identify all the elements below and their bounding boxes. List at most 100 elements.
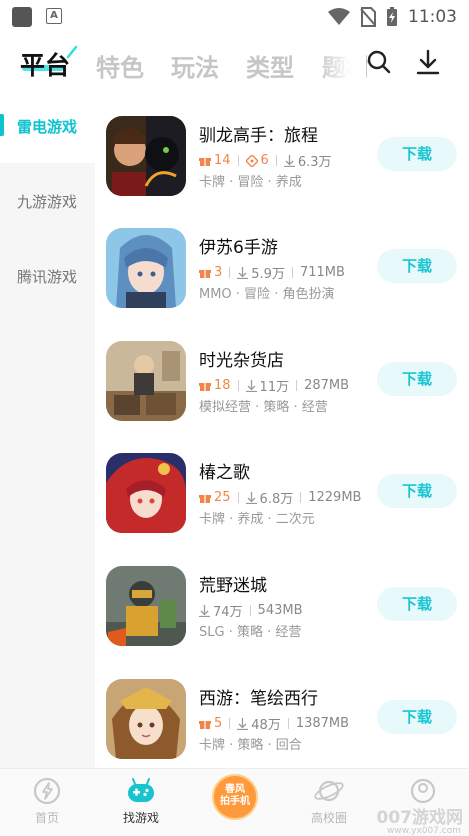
game-tags: 模拟经营 · 策略 · 经营: [199, 400, 328, 415]
gift-count-value: 3: [214, 265, 223, 280]
nav-item-home[interactable]: 首页: [0, 769, 94, 836]
download-icon[interactable]: [415, 49, 441, 75]
file-size: 1387MB: [295, 716, 350, 731]
platform-sidebar: 雷电游戏 九游游戏 腾讯游戏: [0, 88, 95, 768]
gift-count: 14: [199, 153, 231, 168]
download-count-value: 48万: [251, 718, 281, 733]
tab-features[interactable]: 特色: [96, 48, 144, 83]
divider: [237, 492, 239, 503]
game-icon: [106, 116, 186, 196]
game-title: 驯龙高手：旅程: [199, 126, 318, 146]
game-row[interactable]: 荒野迷城 74万 543MB SLG · 策略 · 经营 下载: [95, 566, 469, 678]
game-row[interactable]: 时光杂货店 18 11万 287MB 模拟经营 · 策略 · 经营 下载: [95, 341, 469, 453]
download-count-value: 6.8万: [259, 492, 294, 507]
gift-count-value: 5: [214, 716, 223, 731]
game-title: 伊苏6手游: [199, 238, 278, 258]
search-icon[interactable]: [366, 49, 392, 75]
nav-label: 首页: [34, 811, 59, 825]
gift-count: 3: [199, 265, 222, 280]
divider: [229, 267, 231, 278]
notification-app-icon: [12, 7, 32, 27]
no-sim-icon: [360, 7, 376, 27]
game-icon: [106, 566, 186, 646]
tab-platform[interactable]: 平台: [20, 46, 70, 82]
nav-item-campus-circle[interactable]: 高校圈: [282, 769, 376, 836]
file-size: 287MB: [304, 378, 350, 393]
divider: [291, 267, 293, 278]
game-stats: 14 6 6.3万: [199, 151, 332, 170]
sidebar-item-leidian[interactable]: 雷电游戏: [0, 88, 95, 163]
download-button[interactable]: 下载: [377, 587, 457, 621]
sidebar-item-jiuyou[interactable]: 九游游戏: [0, 163, 95, 238]
download-button[interactable]: 下载: [377, 474, 457, 508]
divider: [275, 155, 277, 166]
home-icon: [33, 777, 61, 805]
download-count-value: 5.9万: [251, 267, 285, 282]
game-row[interactable]: 椿之歌 25 6.8万 1229MB 卡牌 · 养成 · 二次元 下载: [95, 453, 469, 565]
game-icon: [106, 679, 186, 759]
game-stats: 25 6.8万 1229MB: [199, 488, 361, 507]
download-count-value: 6.3万: [297, 155, 332, 170]
divider: [300, 492, 302, 503]
game-row[interactable]: 伊苏6手游 3 5.9万 711MB MMO · 冒险 · 角色扮演 下载: [95, 228, 469, 340]
game-tags: SLG · 策略 · 经营: [199, 625, 302, 640]
file-size: 711MB: [299, 265, 345, 280]
file-size: 543MB: [257, 603, 303, 618]
sidebar-item-tencent[interactable]: 腾讯游戏: [0, 238, 95, 313]
gift-count-value: 14: [214, 153, 231, 168]
nav-label: 高校圈: [310, 811, 347, 825]
game-tags: MMO · 冒险 · 角色扮演: [199, 287, 335, 302]
watermark: 007游戏网: [376, 808, 464, 828]
gamepad-icon: [128, 778, 154, 802]
badge-line-2: 拍手机: [220, 796, 250, 807]
sparkle-icon: [66, 45, 78, 59]
download-arrow-icon: [245, 379, 257, 392]
game-row[interactable]: 驯龙高手：旅程 14 6 6.3万 卡牌 · 冒险 · 养成 下载: [95, 116, 469, 228]
gift-icon: [199, 157, 211, 166]
download-arrow-icon: [237, 266, 249, 279]
nav-item-find-games[interactable]: 找游戏: [94, 769, 188, 836]
download-button[interactable]: 下载: [377, 249, 457, 283]
sidebar-item-label: 九游游戏: [17, 193, 78, 211]
download-count: 11万: [245, 376, 289, 395]
divider: [237, 380, 239, 391]
gift-icon: [199, 382, 211, 391]
game-tags: 卡牌 · 养成 · 二次元: [199, 512, 315, 527]
coupon-icon: [245, 154, 258, 167]
game-stats: 74万 543MB: [199, 601, 303, 620]
nav-label: 找游戏: [122, 811, 159, 825]
game-title: 时光杂货店: [199, 351, 284, 371]
game-tags: 卡牌 · 冒险 · 养成: [199, 175, 302, 190]
badge-line-1: 春风: [225, 784, 245, 795]
gift-icon: [199, 269, 211, 278]
game-title: 荒野迷城: [199, 576, 267, 596]
download-count: 74万: [199, 601, 243, 620]
game-title: 西游：笔绘西行: [199, 689, 318, 709]
game-stats: 5 48万 1387MB: [199, 714, 349, 733]
tab-gameplay[interactable]: 玩法: [171, 48, 219, 83]
game-tags: 卡牌 · 策略 · 回合: [199, 738, 302, 753]
download-arrow-icon: [199, 604, 210, 617]
download-button[interactable]: 下载: [377, 700, 457, 734]
planet-icon: [314, 780, 344, 802]
sidebar-item-label: 雷电游戏: [17, 118, 78, 136]
download-count: 5.9万: [237, 263, 285, 282]
divider: [229, 718, 231, 729]
download-arrow-icon: [237, 717, 249, 730]
tab-genre[interactable]: 类型: [246, 48, 294, 83]
download-count: 6.8万: [245, 488, 294, 507]
divider: [287, 718, 289, 729]
active-indicator: [0, 114, 4, 136]
gift-icon: [199, 494, 211, 503]
gift-count: 5: [199, 716, 222, 731]
download-button[interactable]: 下载: [377, 137, 457, 171]
gift-icon: [199, 720, 211, 729]
gift-count-value: 18: [214, 378, 231, 393]
divider: [237, 155, 239, 166]
tab-fade: [318, 40, 366, 86]
gift-count-value: 25: [214, 490, 231, 505]
notification-a-icon: A: [46, 8, 62, 24]
coupon-count-value: 6: [260, 153, 269, 168]
download-button[interactable]: 下载: [377, 362, 457, 396]
gift-count: 25: [199, 490, 231, 505]
